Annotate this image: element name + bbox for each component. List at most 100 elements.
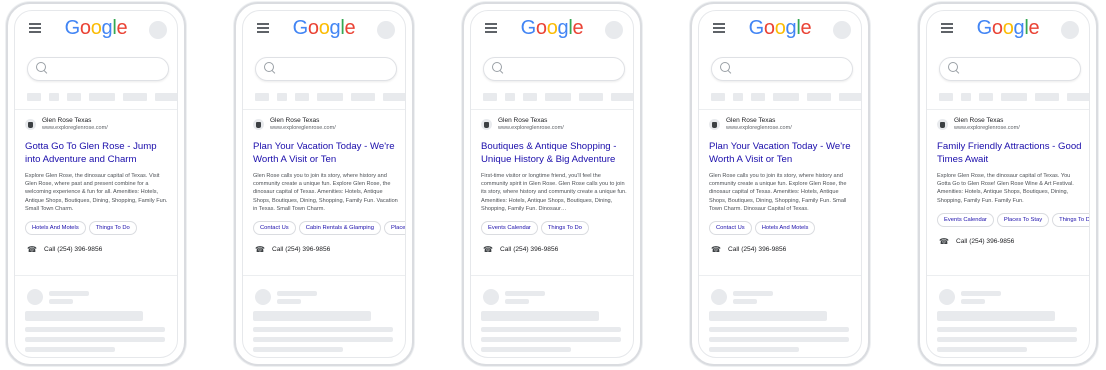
placeholder-bar bbox=[733, 299, 757, 304]
avatar[interactable] bbox=[1061, 21, 1079, 39]
placeholder-bar bbox=[505, 299, 529, 304]
sitelink-chip[interactable]: Hotels And Motels bbox=[25, 221, 86, 236]
logo-letter: o bbox=[307, 17, 319, 39]
avatar[interactable] bbox=[833, 21, 851, 39]
call-label: Call (254) 396-9856 bbox=[728, 246, 787, 254]
placeholder-bar bbox=[733, 291, 773, 296]
phone-screen: Google Glen Rose Texas www.exploreglenrose… bbox=[242, 10, 406, 358]
sitelink-chip[interactable]: Things To Do bbox=[1052, 212, 1089, 227]
placeholder-bar bbox=[25, 337, 165, 342]
sitelinks: Hotels And Motels Things To Do bbox=[25, 221, 177, 236]
tab-placeholder bbox=[351, 93, 375, 101]
logo-letter: g bbox=[785, 17, 797, 39]
placeholder-bar bbox=[937, 337, 1077, 342]
call-extension[interactable]: ☎ Call (254) 396-9856 bbox=[481, 244, 633, 258]
placeholder-bar bbox=[937, 327, 1077, 332]
ad-result: Glen Rose Texas www.exploreglenrose.com/P… bbox=[709, 117, 861, 258]
tab-placeholder bbox=[711, 93, 725, 101]
search-input[interactable] bbox=[939, 57, 1081, 81]
ad-headline[interactable]: Plan Your Vacation Today - We're Worth A… bbox=[253, 141, 405, 166]
sitelink-chip[interactable]: Things To Do bbox=[540, 221, 589, 236]
logo-letter: e bbox=[116, 17, 128, 39]
ad-result: Glen Rose Texas www.exploreglenrose.com/G… bbox=[25, 117, 177, 258]
tab-placeholders bbox=[27, 93, 177, 101]
sitelink-chip[interactable]: Events Calendar bbox=[937, 212, 994, 227]
search-input[interactable] bbox=[483, 57, 625, 81]
phone-screen: Google Glen Rose Texas www.exploreglenrose… bbox=[14, 10, 178, 358]
logo-letter: o bbox=[79, 17, 91, 39]
tab-placeholder bbox=[505, 93, 515, 101]
call-extension[interactable]: ☎ Call (254) 396-9856 bbox=[253, 244, 405, 258]
ad-header: Glen Rose Texas www.exploreglenrose.com/ bbox=[25, 117, 177, 135]
search-input[interactable] bbox=[711, 57, 853, 81]
sitelink-chip[interactable]: Cabin Rentals & Glamping bbox=[298, 221, 381, 236]
ad-result: Glen Rose Texas www.exploreglenrose.com/P… bbox=[253, 117, 405, 258]
logo-letter: o bbox=[546, 17, 558, 39]
call-extension[interactable]: ☎ Call (254) 396-9856 bbox=[937, 236, 1089, 250]
placeholder-bar bbox=[937, 347, 1027, 352]
display-url: www.exploreglenrose.com/ bbox=[270, 125, 336, 131]
shield-icon bbox=[253, 119, 264, 130]
avatar[interactable] bbox=[377, 21, 395, 39]
tab-placeholders bbox=[939, 93, 1089, 101]
ad-description: Glen Rose calls you to join its story, w… bbox=[709, 173, 847, 212]
sitelink-chip[interactable]: Hotels And Motels bbox=[754, 221, 816, 236]
tab-placeholders bbox=[711, 93, 861, 101]
ad-headline[interactable]: Boutiques & Antique Shopping - Unique Hi… bbox=[481, 141, 633, 166]
tab-placeholder bbox=[979, 93, 993, 101]
ad-header: Glen Rose Texas www.exploreglenrose.com/ bbox=[709, 117, 861, 135]
tab-placeholder bbox=[277, 93, 287, 101]
call-label: Call (254) 396-9856 bbox=[500, 246, 559, 254]
placeholder-bar bbox=[49, 291, 89, 296]
shield-icon bbox=[709, 119, 720, 130]
sitelink-chip[interactable]: Things To Do bbox=[88, 221, 137, 236]
tab-placeholder bbox=[295, 93, 309, 101]
ad-header: Glen Rose Texas www.exploreglenrose.com/ bbox=[481, 117, 633, 135]
placeholder-bar bbox=[25, 347, 115, 352]
tab-placeholder bbox=[1001, 93, 1027, 101]
ad-description: Explore Glen Rose, the dinosaur capital … bbox=[25, 173, 168, 212]
sitelink-chip[interactable]: Places bbox=[384, 221, 405, 236]
divider bbox=[699, 275, 861, 276]
logo-letter: o bbox=[763, 17, 775, 39]
ad-result: Glen Rose Texas www.exploreglenrose.com/F… bbox=[937, 117, 1089, 250]
placeholder-bar bbox=[709, 347, 799, 352]
logo-letter: o bbox=[991, 17, 1003, 39]
tab-placeholder bbox=[89, 93, 115, 101]
phone-screen: Google Glen Rose Texas www.exploreglenrose… bbox=[470, 10, 634, 358]
sitelinks: Events Calendar Things To Do bbox=[481, 221, 633, 236]
sitelink-chip[interactable]: Events Calendar bbox=[481, 221, 538, 236]
avatar[interactable] bbox=[605, 21, 623, 39]
logo-letter: o bbox=[318, 17, 330, 39]
tab-placeholder bbox=[545, 93, 571, 101]
sitelink-chip[interactable]: Contact Us bbox=[709, 221, 752, 236]
sitelink-chip[interactable]: Contact Us bbox=[253, 221, 296, 236]
placeholder-circle bbox=[255, 289, 271, 305]
placeholder-bar bbox=[277, 291, 317, 296]
placeholder-bar bbox=[277, 299, 301, 304]
ad-headline[interactable]: Gotta Go To Glen Rose - Jump into Advent… bbox=[25, 141, 177, 166]
ad-headline[interactable]: Family Friendly Attractions - Good Times… bbox=[937, 141, 1089, 166]
loading-placeholder bbox=[927, 275, 1089, 357]
ad-headline[interactable]: Plan Your Vacation Today - We're Worth A… bbox=[709, 141, 861, 166]
display-url: www.exploreglenrose.com/ bbox=[726, 125, 792, 131]
site-name: Glen Rose Texas bbox=[42, 117, 92, 124]
search-icon bbox=[492, 62, 502, 72]
placeholder-bar bbox=[25, 311, 143, 321]
placeholder-bar bbox=[937, 311, 1055, 321]
placeholder-bar bbox=[49, 299, 73, 304]
placeholder-bar bbox=[709, 337, 849, 342]
call-extension[interactable]: ☎ Call (254) 396-9856 bbox=[709, 244, 861, 258]
call-extension[interactable]: ☎ Call (254) 396-9856 bbox=[25, 244, 177, 258]
search-input[interactable] bbox=[255, 57, 397, 81]
divider bbox=[15, 275, 177, 276]
search-input[interactable] bbox=[27, 57, 169, 81]
ad-description: First-time visitor or longtime friend, y… bbox=[481, 173, 627, 212]
phone-screen: Google Glen Rose Texas www.exploreglenrose… bbox=[926, 10, 1090, 358]
sitelink-chip[interactable]: Places To Stay bbox=[996, 212, 1050, 227]
sitelinks: Contact Us Hotels And Motels bbox=[709, 221, 861, 236]
avatar[interactable] bbox=[149, 21, 167, 39]
placeholder-bar bbox=[253, 327, 393, 332]
shield-icon bbox=[25, 119, 36, 130]
call-label: Call (254) 396-9856 bbox=[44, 246, 103, 254]
